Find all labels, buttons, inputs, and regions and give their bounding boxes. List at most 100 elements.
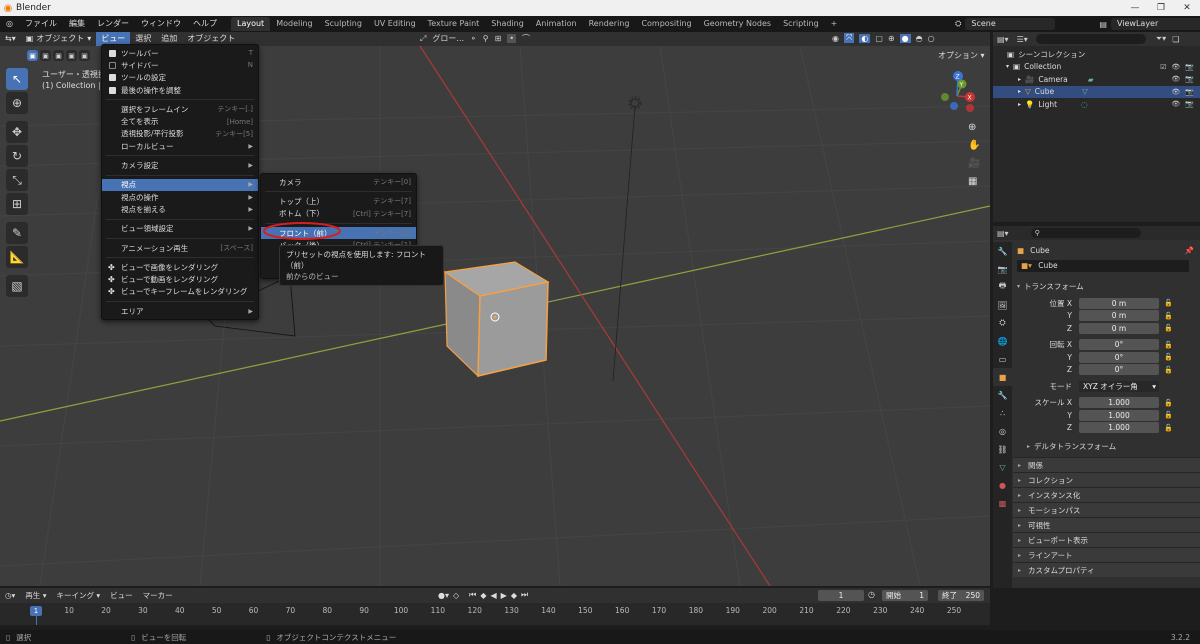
workspace-tab-geometry-nodes[interactable]: Geometry Nodes (698, 17, 777, 31)
expand-arrow-icon[interactable]: ▸ (993, 76, 1021, 83)
start-frame-field[interactable]: 開始 1 (882, 590, 928, 601)
workspace-tab-animation[interactable]: Animation (530, 17, 583, 31)
mode-selector[interactable]: ▣ オブジェクト ▾ (21, 32, 97, 46)
camera-view-icon[interactable]: 🎥 (968, 158, 980, 169)
select-subtract-icon[interactable]: ▣ (53, 50, 64, 61)
annotate-tool-icon[interactable]: ✎ (6, 222, 28, 244)
menu-marker[interactable]: マーカー (138, 590, 178, 601)
delta-transform-panel[interactable]: ▸ デルタトランスフォーム (1013, 437, 1200, 455)
render-tab-icon[interactable]: 📷 (993, 260, 1012, 278)
lock-icon[interactable]: 🔓 (1164, 411, 1176, 419)
viewpoint-menu-item-3[interactable]: ボトム（下） [Ctrl] テンキー[7] (261, 208, 416, 220)
material-tab-icon[interactable]: ● (993, 476, 1012, 494)
eye-icon[interactable]: 👁 (1171, 63, 1180, 71)
shading-wireframe-icon[interactable]: ⊕ (888, 34, 895, 43)
blender-menu-icon[interactable]: ◎ (0, 16, 19, 32)
camera-render-icon[interactable]: 📷 (1185, 75, 1194, 83)
view-layer-selector[interactable]: ViewLayer (1110, 18, 1200, 30)
particles-tab-icon[interactable]: ∴ (993, 404, 1012, 422)
lock-icon[interactable]: 🔓 (1164, 324, 1176, 332)
camera-render-icon[interactable]: 📷 (1185, 88, 1194, 96)
menu-edit[interactable]: 編集 (63, 16, 91, 32)
view-menu-item-12[interactable]: 視点 ▶ (102, 178, 258, 191)
shading-rendered-icon[interactable]: ○ (928, 34, 935, 43)
view-menu-item-2[interactable]: ツールの設定 (102, 72, 258, 84)
view-menu-item-14[interactable]: 視点を揃える ▶ (102, 203, 258, 215)
close-button[interactable]: ✕ (1174, 0, 1200, 16)
world-tab-icon[interactable]: 🌐 (993, 332, 1012, 350)
filter-icon[interactable]: ⏷▾ (1156, 34, 1166, 44)
editor-type-icon[interactable]: ▤▾ (997, 229, 1009, 238)
eye-icon[interactable]: 👁 (1171, 100, 1180, 108)
view-menu-item-24[interactable]: エリア ▶ (102, 305, 258, 317)
workspace-tab-sculpting[interactable]: Sculpting (319, 17, 368, 31)
expand-arrow-icon[interactable]: ▾ (993, 63, 1009, 70)
panel-6[interactable]: ▸ ラインアート (1013, 547, 1200, 562)
view-menu-item-20[interactable]: ✤ ビューで画像をレンダリング (102, 261, 258, 273)
view-menu-item-1[interactable]: サイドバー N (102, 59, 258, 71)
object-name-field[interactable]: ■▾ Cube (1017, 260, 1189, 272)
view-menu-item-18[interactable]: アニメーション再生 [スペース] (102, 242, 258, 254)
view-layer-tab-icon[interactable]: 🖼 (993, 296, 1012, 314)
outliner-item-light[interactable]: ▸ 💡 Light ◌ 👁 📷 (993, 98, 1200, 111)
view-menu-item-7[interactable]: 透視投影/平行投影 テンキー[5] (102, 128, 258, 140)
location-x-field[interactable]: 0 m (1079, 297, 1159, 309)
visibility-icon[interactable]: ◉ (832, 34, 839, 43)
workspace-tab-uv-editing[interactable]: UV Editing (368, 17, 422, 31)
editor-type-icon[interactable]: ◷▾ (0, 591, 20, 600)
object-tab-icon[interactable]: ■ (993, 368, 1012, 386)
transform-orientation-selector[interactable]: グロー... (432, 33, 464, 44)
transform-tool-icon[interactable]: ⊞ (6, 193, 28, 215)
falloff-icon[interactable]: ⌒ (522, 33, 530, 44)
menu-timeline-view[interactable]: ビュー (105, 590, 138, 601)
rotation-z-field[interactable]: 0° (1079, 364, 1159, 376)
move-tool-icon[interactable]: ✥ (6, 121, 28, 143)
panel-5[interactable]: ▸ ビューポート表示 (1013, 532, 1200, 547)
lock-icon[interactable]: 🔓 (1164, 353, 1176, 361)
xray-icon[interactable]: ▢ (875, 34, 883, 43)
collection-tab-icon[interactable]: ▭ (993, 350, 1012, 368)
options-button[interactable]: オプション ▾ (938, 50, 985, 61)
outliner-search-input[interactable] (1035, 34, 1146, 44)
expand-arrow-icon[interactable]: ▸ (993, 101, 1021, 108)
add-workspace-button[interactable]: + (825, 17, 844, 31)
outliner-item-camera[interactable]: ▸ 🎥 Camera ▰ 👁 📷 (993, 73, 1200, 86)
panel-4[interactable]: ▸ 可視性 (1013, 517, 1200, 532)
expand-arrow-icon[interactable]: ▸ (993, 88, 1021, 95)
scene-tab-icon[interactable]: ⛭ (993, 314, 1012, 332)
measure-tool-icon[interactable]: 📐 (6, 246, 28, 268)
rotation-x-field[interactable]: 0° (1079, 339, 1159, 351)
view-menu-item-21[interactable]: ✤ ビューで動画をレンダリング (102, 273, 258, 285)
overlay-toggle-icon[interactable]: ◐ (859, 33, 871, 43)
timeline-ruler[interactable]: 1 10 20 30 40 50 60 70 80 90 100 110 120 130 140 150 160… (0, 603, 990, 630)
view-menu-item-0[interactable]: ツールバー T (102, 47, 258, 59)
end-frame-field[interactable]: 終了 250 (938, 590, 984, 601)
workspace-tab-rendering[interactable]: Rendering (583, 17, 636, 31)
workspace-tab-layout[interactable]: Layout (230, 17, 271, 31)
constraints-tab-icon[interactable]: ⛓ (993, 440, 1012, 458)
rotation-mode-select[interactable]: XYZ オイラー角 ▾ (1079, 380, 1159, 392)
menu-keying[interactable]: キーイング ▾ (51, 590, 105, 601)
panel-0[interactable]: ▸ 関係 (1013, 457, 1200, 472)
lock-icon[interactable]: 🔓 (1164, 399, 1176, 407)
data-tab-icon[interactable]: ▽ (993, 458, 1012, 476)
outliner-item-cube[interactable]: ▸ ▽ Cube ▽ 👁 📷 (993, 85, 1200, 98)
scale-x-field[interactable]: 1.000 (1079, 397, 1159, 409)
physics-tab-icon[interactable]: ◎ (993, 422, 1012, 440)
lock-icon[interactable]: 🔓 (1164, 424, 1176, 432)
camera-render-icon[interactable]: 📷 (1185, 63, 1194, 71)
navigation-gizmo[interactable]: Z X Y (932, 68, 982, 118)
view-menu-item-16[interactable]: ビュー領域設定 ▶ (102, 223, 258, 235)
lock-icon[interactable]: 🔓 (1164, 299, 1176, 307)
play-reverse-icon[interactable]: ◀ (491, 591, 497, 600)
current-frame-marker[interactable]: 1 (30, 606, 42, 616)
tool-tab-icon[interactable]: 🔧 (993, 242, 1012, 260)
location-y-field[interactable]: 0 m (1079, 310, 1159, 322)
modifier-tab-icon[interactable]: 🔧 (993, 386, 1012, 404)
zoom-icon[interactable]: ⊕ (968, 122, 980, 133)
record-icon[interactable]: ●▾ (438, 591, 449, 600)
view-menu-item-5[interactable]: 選択をフレームイン テンキー[.] (102, 103, 258, 115)
outliner-collection[interactable]: ▾ ▣ Collection ☑ 👁 📷 (993, 61, 1200, 74)
viewpoint-menu-item-2[interactable]: トップ（上） テンキー[7] (261, 195, 416, 207)
select-extend-icon[interactable]: ▣ (40, 50, 51, 61)
